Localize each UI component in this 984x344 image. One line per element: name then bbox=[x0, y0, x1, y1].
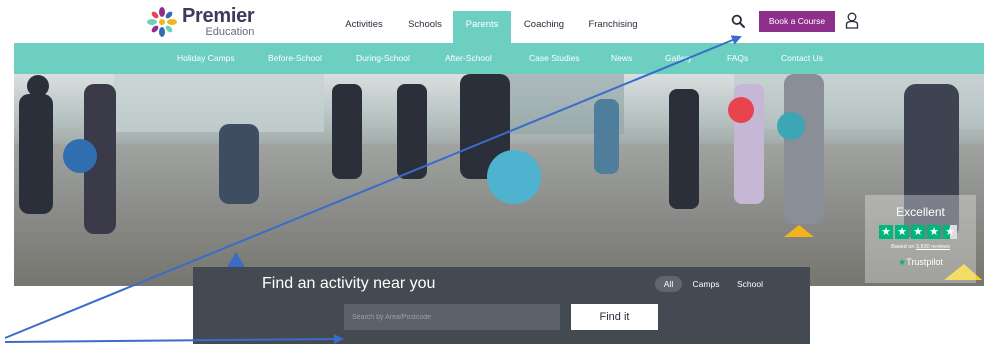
area-postcode-search-input[interactable] bbox=[344, 304, 560, 330]
activity-finder-panel: Find an activity near you All Camps Scho… bbox=[193, 267, 810, 344]
logo-mark-icon bbox=[147, 7, 177, 37]
logo-title: Premier bbox=[182, 5, 255, 27]
nav-item-franchising[interactable]: Franchising bbox=[583, 0, 643, 43]
trustpilot-review-count: Based on 3,830 reviews bbox=[865, 244, 976, 250]
finder-title: Find an activity near you bbox=[262, 275, 436, 292]
trustpilot-widget[interactable]: Excellent ★ ★ ★ ★ ★ Based on 3,830 revie… bbox=[865, 195, 976, 283]
subnav-item-holiday-camps[interactable]: Holiday Camps bbox=[177, 43, 235, 74]
trustpilot-brand-name: Trustpilot bbox=[906, 257, 943, 267]
children-playing-photo bbox=[19, 74, 984, 280]
filter-all[interactable]: All bbox=[655, 276, 682, 292]
star-icon: ★ bbox=[927, 225, 941, 239]
logo-text: Premier Education bbox=[182, 5, 255, 38]
filter-school[interactable]: School bbox=[732, 276, 768, 292]
subnav-item-case-studies[interactable]: Case Studies bbox=[529, 43, 580, 74]
nav-item-activities[interactable]: Activities bbox=[336, 0, 392, 43]
trustpilot-stars: ★ ★ ★ ★ ★ bbox=[879, 225, 957, 239]
trustpilot-reviews-link[interactable]: 3,830 reviews bbox=[916, 244, 950, 250]
find-it-button[interactable]: Find it bbox=[571, 304, 658, 330]
subnav-item-news[interactable]: News bbox=[611, 43, 632, 74]
star-icon: ★ bbox=[895, 225, 909, 239]
subnav-item-during-school[interactable]: During-School bbox=[356, 43, 410, 74]
parents-subnav: Holiday Camps Before-School During-Schoo… bbox=[14, 43, 984, 74]
subnav-item-contact-us[interactable]: Contact Us bbox=[781, 43, 823, 74]
subnav-item-gallery[interactable]: Gallery bbox=[665, 43, 692, 74]
subnav-item-after-school[interactable]: After-School bbox=[445, 43, 492, 74]
trustpilot-rating-word: Excellent bbox=[896, 205, 945, 219]
trustpilot-brand: ★Trustpilot bbox=[865, 257, 976, 268]
nav-item-coaching[interactable]: Coaching bbox=[519, 0, 569, 43]
star-icon: ★ bbox=[911, 225, 925, 239]
subnav-item-faqs[interactable]: FAQs bbox=[727, 43, 748, 74]
book-a-course-button[interactable]: Book a Course bbox=[759, 11, 835, 32]
hero-image: Excellent ★ ★ ★ ★ ★ Based on 3,830 revie… bbox=[14, 74, 984, 286]
half-star-icon: ★ bbox=[943, 225, 957, 239]
subnav-item-before-school[interactable]: Before-School bbox=[268, 43, 322, 74]
filter-camps[interactable]: Camps bbox=[688, 276, 724, 292]
nav-item-parents[interactable]: Parents bbox=[453, 11, 511, 43]
trustpilot-star-icon: ★ bbox=[898, 257, 907, 267]
star-icon: ★ bbox=[879, 225, 893, 239]
premier-education-logo[interactable]: Premier Education bbox=[146, 5, 255, 38]
trustpilot-based-prefix: Based on bbox=[891, 244, 916, 250]
nav-item-schools[interactable]: Schools bbox=[404, 0, 446, 43]
magnifier-icon[interactable] bbox=[731, 14, 745, 28]
logo-subtitle: Education bbox=[205, 26, 255, 38]
site-header: Premier Education Activities Schools Par… bbox=[0, 0, 984, 43]
user-icon[interactable] bbox=[845, 12, 859, 29]
